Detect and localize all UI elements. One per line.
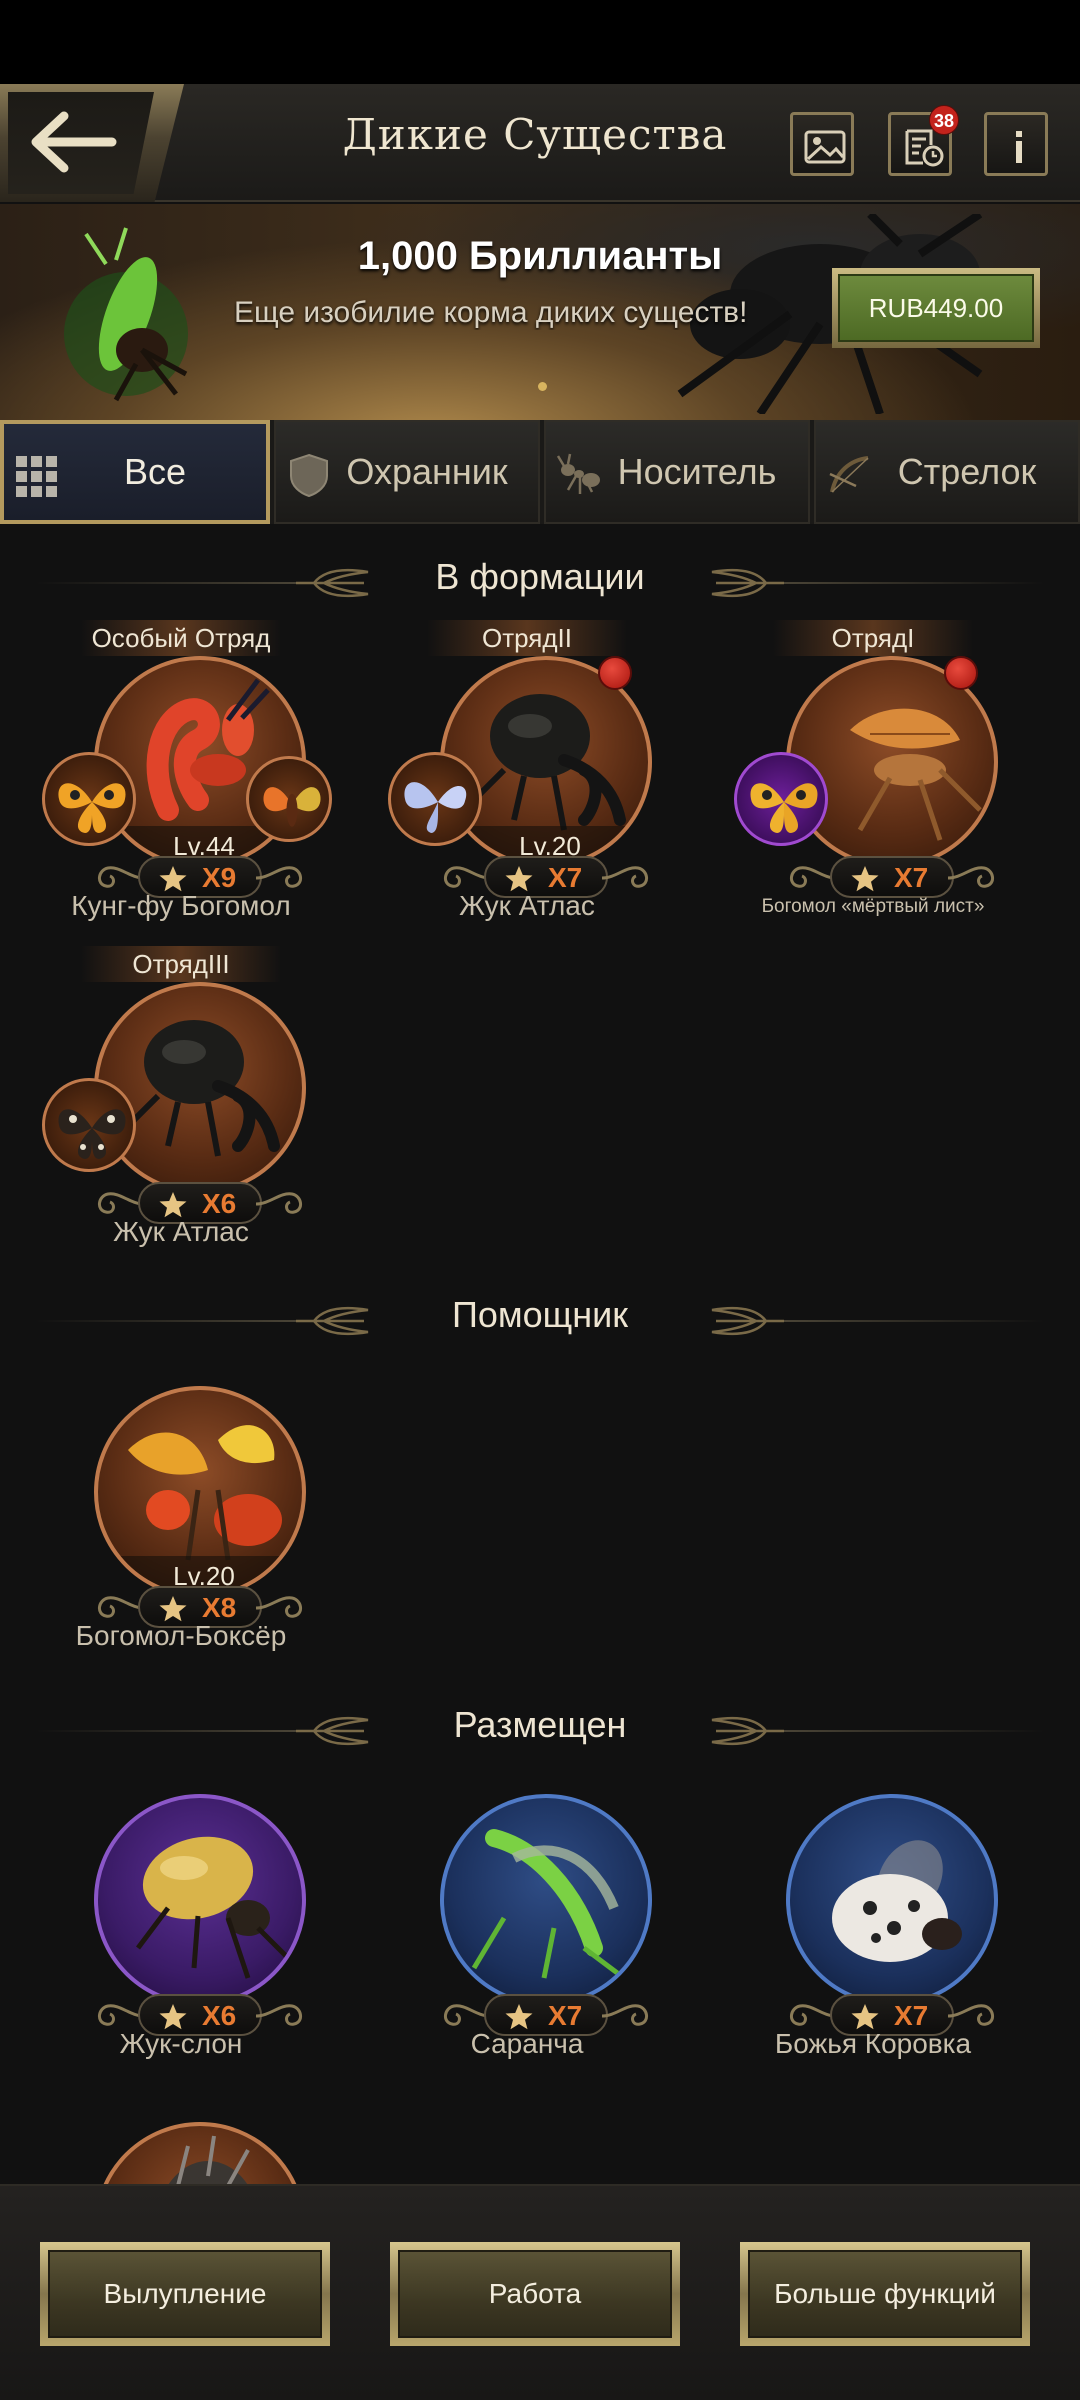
leaf-ornament-icon bbox=[711, 568, 784, 598]
gallery-icon bbox=[804, 130, 846, 164]
locust-art bbox=[471, 1829, 626, 1980]
creature-card-partial[interactable] bbox=[56, 2086, 306, 2186]
section-title: В формации bbox=[435, 556, 645, 597]
divider-line bbox=[36, 1320, 296, 1322]
header: Дикие Существа 38 bbox=[0, 84, 1080, 202]
butterfly-slot-left[interactable] bbox=[388, 752, 482, 846]
section-header-placed: Размещен bbox=[0, 1704, 1080, 1756]
creature-name: Жук-слон bbox=[119, 2028, 243, 2059]
divider-line bbox=[36, 582, 296, 584]
tab-shooter[interactable]: Стрелок bbox=[814, 420, 1080, 524]
divider-line bbox=[784, 582, 1044, 584]
creature-name: Кунг-фу Богомол bbox=[71, 890, 291, 921]
butterfly-slot-right[interactable] bbox=[246, 756, 332, 842]
creature-name: Жук Атлас bbox=[459, 890, 595, 921]
tab-guardian[interactable]: Охранник bbox=[274, 420, 540, 524]
ladybug-art bbox=[832, 1840, 962, 1962]
notification-dot bbox=[944, 656, 978, 690]
tab-all[interactable]: Все bbox=[0, 420, 270, 524]
price-label: RUB449.00 bbox=[838, 274, 1034, 342]
shield-icon bbox=[290, 453, 328, 498]
promo-banner[interactable]: 1,000 Бриллианты Еще изобилие корма дики… bbox=[0, 204, 1080, 420]
divider-line bbox=[784, 1730, 1044, 1732]
history-button[interactable]: 38 bbox=[888, 105, 959, 176]
creature-portrait: Lv.20 bbox=[94, 1386, 306, 1598]
butterfly-slot-left[interactable] bbox=[734, 752, 828, 846]
banner-subtitle: Еще изобилие корма диких существ! bbox=[234, 296, 748, 329]
carousel-dot bbox=[538, 382, 547, 391]
more-functions-button[interactable]: Больше функций bbox=[740, 2242, 1030, 2346]
gallery-button[interactable] bbox=[790, 112, 854, 176]
notification-badge: 38 bbox=[928, 105, 959, 135]
notification-dot bbox=[598, 656, 632, 690]
info-icon bbox=[1016, 131, 1022, 163]
filter-tabs: Все Охранник Носитель Стрелок bbox=[0, 420, 1080, 524]
creature-card-atlas-beetle[interactable]: ОтрядII Lv.20 X7 Жук Атлас bbox=[388, 620, 652, 921]
ant-icon bbox=[556, 453, 600, 494]
scroll-ornament-icon bbox=[947, 866, 994, 888]
grid-icon bbox=[16, 456, 57, 497]
work-button-label: Работа bbox=[398, 2250, 672, 2338]
section-header-helper: Помощник bbox=[0, 1294, 1080, 1346]
butterfly-slot-left[interactable] bbox=[42, 1078, 136, 1172]
tab-label: Стрелок bbox=[897, 451, 1037, 492]
more-functions-button-label: Больше функций bbox=[748, 2250, 1022, 2338]
star-count: X7 bbox=[894, 862, 929, 893]
creature-name: Жук Атлас bbox=[113, 1216, 249, 1247]
beetle-art bbox=[167, 2135, 250, 2186]
moth-icon bbox=[263, 787, 321, 827]
divider-line bbox=[36, 1730, 296, 1732]
tab-label: Все bbox=[123, 451, 187, 492]
squad-label: ОтрядII bbox=[427, 620, 627, 656]
elephant-beetle-art bbox=[136, 1836, 290, 1979]
creature-card-ladybug[interactable]: X7 Божья Коровка bbox=[748, 1758, 998, 2059]
section-title: Помощник bbox=[451, 1294, 629, 1335]
creature-name: Саранча bbox=[470, 2028, 584, 2059]
creature-name: Богомол «мёртвый лист» bbox=[761, 896, 985, 917]
hatch-button-label: Вылупление bbox=[48, 2250, 322, 2338]
tab-label: Носитель bbox=[617, 451, 777, 492]
creature-card-boxer-mantis[interactable]: Lv.20 X8 Богомол-Боксёр bbox=[56, 1350, 306, 1651]
tab-label: Охранник bbox=[346, 451, 508, 492]
bottom-action-bar: Вылупление Работа Больше функций bbox=[0, 2184, 1080, 2400]
creature-portrait bbox=[94, 1794, 306, 2006]
section-header-formation: В формации bbox=[0, 556, 1080, 608]
grasshopper-art bbox=[64, 227, 188, 402]
leaf-ornament-icon bbox=[711, 1716, 784, 1746]
butterfly-slot-left[interactable] bbox=[42, 752, 136, 846]
bow-icon bbox=[829, 456, 869, 493]
squad-label: Особый Отряд bbox=[81, 620, 281, 656]
star-icon bbox=[851, 866, 879, 892]
creature-card-kungfu-mantis[interactable]: Особый Отряд Lv.44 X9 Кунг-фу Богомол bbox=[42, 620, 332, 921]
creature-card-elephant-beetle[interactable]: X6 Жук-слон bbox=[56, 1758, 306, 2059]
creature-card-locust[interactable]: X7 Саранча bbox=[402, 1758, 652, 2059]
divider-line bbox=[784, 1320, 1044, 1322]
creature-portrait bbox=[786, 1794, 998, 2006]
info-button[interactable] bbox=[984, 112, 1048, 176]
creature-name: Богомол-Боксёр bbox=[75, 1620, 287, 1651]
back-arrow-icon bbox=[31, 111, 117, 173]
creature-portrait bbox=[94, 2122, 306, 2186]
price-button[interactable]: RUB449.00 bbox=[832, 268, 1040, 348]
creature-name: Божья Коровка bbox=[774, 2028, 972, 2059]
creature-portrait bbox=[94, 982, 306, 1194]
banner-title: 1,000 Бриллианты bbox=[357, 234, 723, 278]
work-button[interactable]: Работа bbox=[390, 2242, 680, 2346]
tab-carrier[interactable]: Носитель bbox=[544, 420, 810, 524]
star-pill: X7 bbox=[830, 856, 954, 898]
status-bar bbox=[0, 0, 1080, 84]
leaf-ornament-icon bbox=[711, 1306, 784, 1336]
creature-portrait bbox=[440, 1794, 652, 2006]
section-title: Размещен bbox=[453, 1704, 627, 1745]
hatch-button[interactable]: Вылупление bbox=[40, 2242, 330, 2346]
creature-card-dead-leaf-mantis[interactable]: ОтрядI X7 Богомол «мёртвый лист» bbox=[734, 620, 998, 920]
page-title: Дикие Существа bbox=[342, 110, 728, 159]
back-button[interactable] bbox=[0, 84, 184, 202]
squad-label: ОтрядIII bbox=[81, 946, 281, 982]
squad-label: ОтрядI bbox=[773, 620, 973, 656]
creature-card-atlas-beetle[interactable]: ОтрядIII X6 Жук Атлас bbox=[42, 946, 306, 1247]
